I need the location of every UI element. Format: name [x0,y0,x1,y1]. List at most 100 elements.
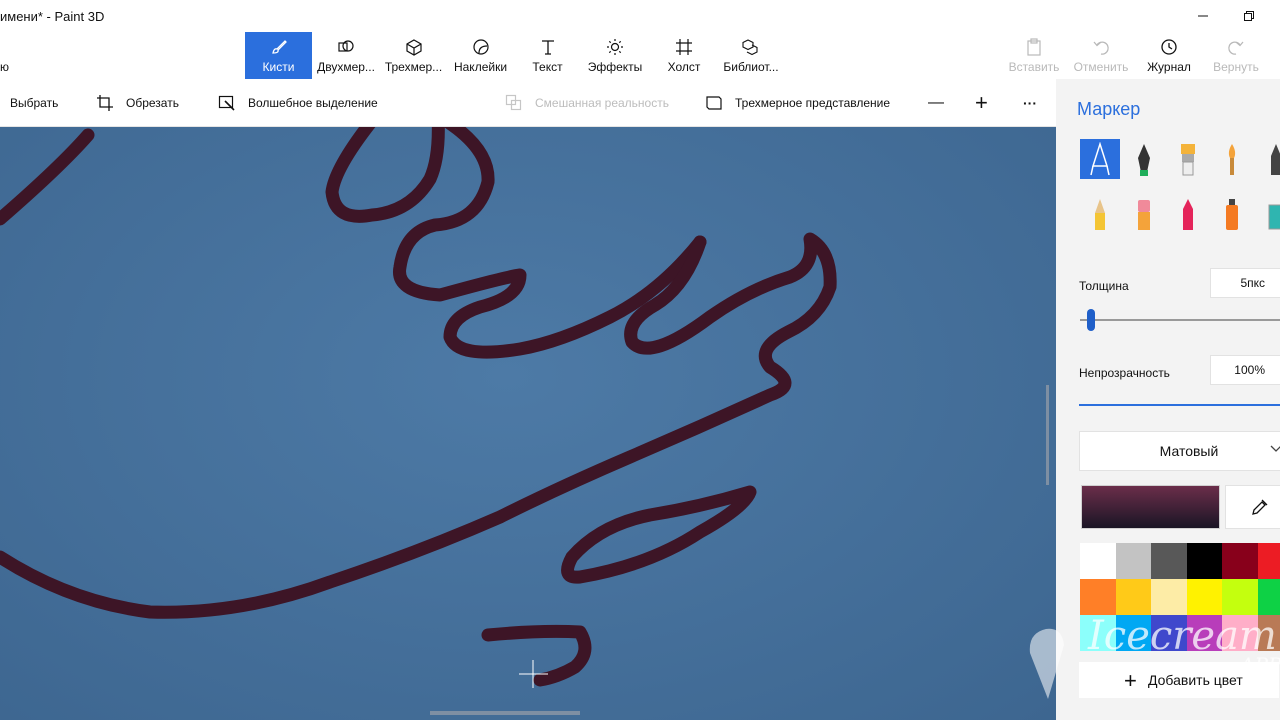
thickness-label: Толщина [1079,279,1129,293]
menu-label: ю [0,60,9,74]
tab-canvas-label: Холст [667,60,701,74]
watermark: Icecream APPS [1018,605,1280,715]
tab-3d-shapes[interactable]: Трехмер... [380,32,447,79]
tab-brushes-label: Кисти [262,60,295,74]
2d-shapes-icon [337,38,355,56]
watermark-subtext: APPS [1240,653,1280,677]
undo-button[interactable]: Отменить [1070,32,1132,79]
pixel-pen-icon [1271,144,1280,175]
eraser-icon [1138,200,1150,230]
eyedropper-icon [1252,499,1268,515]
zoom-out-button[interactable]: — [928,79,944,127]
watercolor-icon [1228,144,1236,175]
tab-stickers[interactable]: Наклейки [447,32,514,79]
redo-label: Вернуть [1213,60,1259,74]
stroke-bottom-hook [481,624,592,687]
stroke-top-left [0,128,95,226]
canvas-icon [675,38,693,56]
horizontal-scrollbar[interactable] [430,711,580,715]
finish-value: Матовый [1159,443,1219,459]
color-swatch[interactable] [1080,543,1116,579]
command-bar: Выбрать Обрезать Волшебное выделение Сме… [0,79,1056,127]
eraser-tool[interactable] [1124,194,1164,234]
watercolor-tool[interactable] [1212,139,1252,179]
minimize-button[interactable] [1180,0,1226,32]
opacity-input[interactable]: 100% [1210,355,1280,385]
vertical-scrollbar[interactable] [1046,385,1049,485]
calligraphy-pen-tool[interactable] [1124,139,1164,179]
color-swatch[interactable] [1222,543,1258,579]
fill-tool[interactable] [1256,194,1280,234]
drawing-canvas[interactable] [0,127,1056,720]
window-title: имени* - Paint 3D [0,9,105,24]
thickness-slider-track[interactable] [1080,319,1280,321]
view-3d-icon [705,94,723,112]
spray-can-icon [1226,199,1238,230]
color-swatch[interactable] [1115,543,1152,579]
tab-effects[interactable]: Эффекты [581,32,649,79]
undo-label: Отменить [1073,60,1129,74]
spray-can-tool[interactable] [1212,194,1252,234]
tab-canvas[interactable]: Холст [649,32,719,79]
redo-button[interactable]: Вернуть [1206,32,1266,79]
color-swatch[interactable] [1186,543,1223,579]
finish-dropdown[interactable]: Матовый [1079,431,1280,471]
pencil-icon [1095,199,1105,230]
text-icon [539,38,557,56]
minimize-icon [1198,15,1208,17]
pencil-tool[interactable] [1080,194,1120,234]
crop-icon [96,94,114,112]
title-bar: имени* - Paint 3D [0,0,1280,32]
tab-effects-label: Эффекты [587,60,643,74]
stroke-upper-wave [393,127,707,359]
view-3d-button[interactable]: Трехмерное представление [705,79,890,127]
tab-library[interactable]: Библиот... [719,32,783,79]
history-button[interactable]: Журнал [1140,32,1198,79]
redo-icon [1227,38,1245,56]
crop-button[interactable]: Обрезать [96,79,179,127]
mixed-reality-icon [505,94,523,112]
restore-button[interactable] [1226,0,1272,32]
color-swatch[interactable] [1151,543,1187,579]
magic-select-icon [218,94,236,112]
paste-icon [1025,38,1043,56]
mixed-reality-button[interactable]: Смешанная реальность [505,79,669,127]
crayon-tool[interactable] [1168,194,1208,234]
more-options-icon: ··· [1023,95,1037,111]
main-toolbar: ю Кисти Двухмер... Трехмер... Наклейки Т… [0,32,1280,79]
tab-library-label: Библиот... [723,60,779,74]
oil-brush-tool[interactable] [1168,139,1208,179]
select-button[interactable]: Выбрать [10,79,58,127]
thickness-input[interactable]: 5пкс [1210,268,1280,298]
select-label: Выбрать [10,96,59,110]
undo-icon [1092,38,1110,56]
library-icon [742,38,760,56]
history-icon [1160,38,1178,56]
more-options-button[interactable]: ··· [1023,79,1037,127]
current-color-swatch[interactable] [1081,485,1220,529]
color-swatch[interactable] [1257,543,1280,579]
pixel-pen-tool[interactable] [1256,139,1280,179]
crop-label: Обрезать [126,96,179,110]
tab-stickers-label: Наклейки [453,60,508,74]
thickness-slider-thumb[interactable] [1087,309,1095,331]
marker-icon [1090,142,1110,176]
marker-tool[interactable] [1080,139,1120,179]
tab-text-label: Текст [532,60,563,74]
magic-select-button[interactable]: Волшебное выделение [218,79,378,127]
fill-bucket-icon [1268,204,1280,230]
paste-button[interactable]: Вставить [1004,32,1064,79]
zoom-in-icon: + [975,90,988,115]
menu-button[interactable]: ю [0,32,12,79]
tab-2d-shapes[interactable]: Двухмер... [312,32,380,79]
opacity-slider-track[interactable] [1079,404,1280,406]
tab-text[interactable]: Текст [514,32,581,79]
eyedropper-button[interactable] [1225,485,1280,529]
mixed-reality-label: Смешанная реальность [535,96,669,110]
panel-title: Маркер [1077,99,1141,119]
zoom-in-button[interactable]: + [975,79,988,127]
icecream-logo-icon [1029,628,1064,699]
history-label: Журнал [1147,60,1191,74]
crayon-icon [1183,199,1193,230]
tab-brushes[interactable]: Кисти [245,32,312,79]
